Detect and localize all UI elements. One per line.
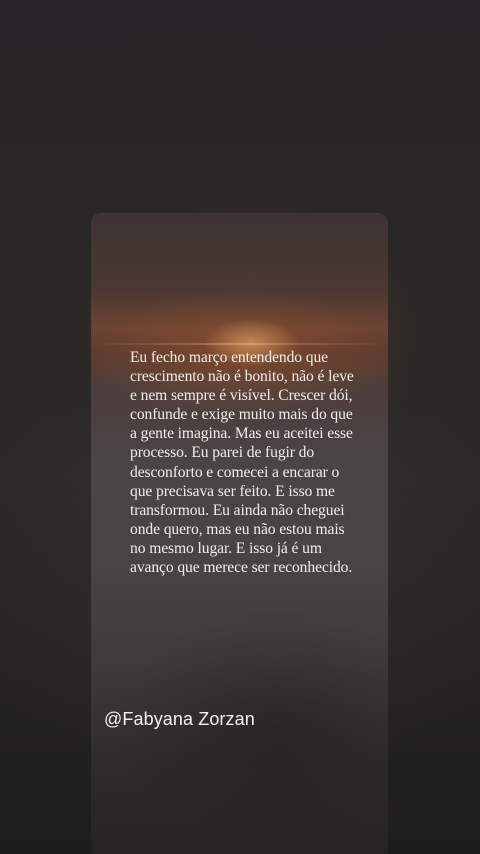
quote-text: Eu fecho março entendendo que cresciment… xyxy=(130,349,354,577)
author-handle[interactable]: @Fabyana Zorzan xyxy=(104,709,255,730)
horizon-glow xyxy=(91,343,388,345)
